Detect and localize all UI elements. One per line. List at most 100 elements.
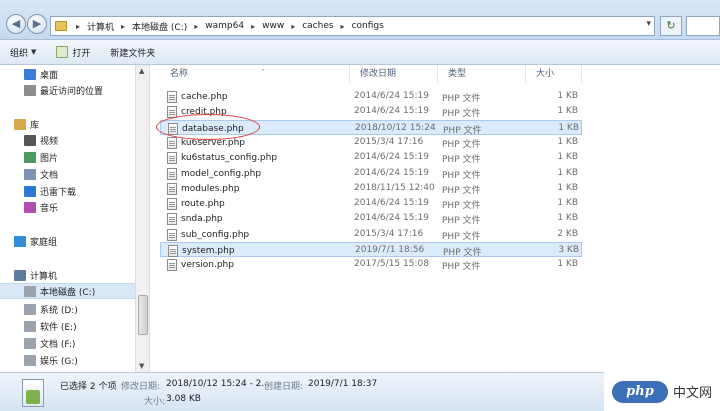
file-size: 1 KB — [557, 259, 578, 270]
search-input[interactable] — [686, 16, 720, 36]
back-arrow-icon: ◀ — [11, 17, 21, 30]
file-modified: 2014/6/24 15:19 — [354, 91, 429, 101]
file-row[interactable]: model_config.php 2014/6/24 15:19 PHP 文件 1 K… — [160, 166, 582, 181]
file-size: 1 KB — [557, 152, 578, 163]
file-preview-icon — [22, 379, 44, 407]
sidebar-scrollbar[interactable]: ▲ ▼ — [135, 65, 150, 372]
video-icon — [24, 134, 36, 146]
column-header-modified[interactable]: 修改日期 — [350, 65, 438, 83]
file-row[interactable]: sub_config.php 2015/3/4 17:16 PHP 文件 2 KB — [160, 227, 582, 242]
file-row[interactable]: route.php 2014/6/24 15:19 PHP 文件 1 KB — [160, 196, 582, 211]
address-bar[interactable]: ▸ 计算机 ▸ 本地磁盘 (C:) ▸ wamp64 ▸ www ▸ caches ▸ configs… — [50, 16, 655, 36]
refresh-icon: ↻ — [666, 19, 676, 32]
computer-icon — [14, 269, 26, 281]
column-header-size[interactable]: 大小 — [526, 65, 582, 83]
sidebar-item-label: 最近访问的位置 — [40, 86, 104, 97]
breadcrumb-item[interactable]: 本地磁盘 (C:) — [132, 20, 187, 33]
new-folder-button[interactable]: 新建文件夹 — [100, 40, 165, 64]
column-header-name[interactable]: 名称 ⌃ — [160, 65, 350, 83]
file-size: 2 KB — [557, 228, 578, 239]
file-type: PHP 文件 — [442, 262, 481, 273]
file-row[interactable]: system.php 2019/7/1 18:56 PHP 文件 3 KB — [160, 242, 582, 258]
forward-button[interactable]: ▶ — [27, 14, 47, 34]
size-value: 3.08 KB — [166, 394, 201, 404]
file-row[interactable]: modules.php 2018/11/15 12:40 PHP 文件 1 KB — [160, 181, 582, 196]
file-row[interactable]: version.php 2017/5/15 15:08 PHP 文件 1 KB — [160, 257, 582, 272]
file-row[interactable]: ku6status_config.php 2014/6/24 15:19 PHP 文… — [160, 150, 582, 165]
breadcrumb-item[interactable]: wamp64 — [205, 21, 244, 31]
sidebar-item[interactable]: 桌面 — [0, 66, 135, 82]
breadcrumb: ▸ 计算机 ▸ 本地磁盘 (C:) ▸ wamp64 ▸ www ▸ caches ▸ configs — [69, 20, 384, 33]
back-button[interactable]: ◀ — [6, 14, 26, 34]
picture-icon — [24, 151, 36, 163]
sidebar-item[interactable]: 迅雷下载 — [0, 183, 135, 199]
file-list: 名称 ⌃ 修改日期 类型 大小 cache.php 2014/6/24 15:19… — [150, 65, 720, 372]
open-icon — [56, 46, 69, 58]
library-icon — [14, 118, 26, 130]
php-logo: php — [611, 380, 668, 403]
file-name-cell: snda.php — [167, 213, 223, 226]
sidebar-item[interactable]: 视频 — [0, 132, 135, 148]
organize-label: 组织 — [10, 48, 29, 59]
size-label: 大小: — [144, 397, 166, 407]
file-name: sub_config.php — [181, 229, 250, 240]
breadcrumb-item[interactable]: 计算机 — [87, 20, 114, 33]
scrollbar-thumb[interactable] — [138, 295, 148, 335]
file-type: PHP 文件 — [442, 109, 481, 120]
sidebar-item-label: 库 — [30, 120, 40, 131]
file-type: PHP 文件 — [442, 216, 481, 227]
refresh-button[interactable]: ↻ — [660, 16, 682, 36]
file-name: model_config.php — [181, 168, 262, 179]
sidebar-item[interactable]: 文档 — [0, 166, 135, 182]
sidebar-item[interactable]: 娱乐 (G:) — [0, 352, 135, 368]
breadcrumb-item[interactable]: configs — [352, 21, 384, 31]
organize-button[interactable]: 组织 ▼ — [0, 40, 46, 64]
breadcrumb-separator-icon[interactable]: ▸ — [251, 22, 255, 31]
chevron-down-icon[interactable]: ▾ — [646, 19, 651, 29]
file-name-cell: route.php — [167, 198, 225, 211]
column-header-modified-label: 修改日期 — [360, 69, 397, 79]
file-size: 1 KB — [558, 122, 579, 133]
breadcrumb-separator-icon[interactable]: ▸ — [291, 22, 295, 31]
file-name: version.php — [181, 260, 234, 271]
file-size: 1 KB — [557, 91, 578, 101]
scroll-down-icon[interactable]: ▼ — [139, 362, 144, 370]
breadcrumb-separator-icon[interactable]: ▸ — [121, 22, 125, 31]
open-button[interactable]: 打开 — [46, 40, 100, 64]
breadcrumb-item[interactable]: caches — [302, 21, 333, 31]
annotation-highlight-circle — [156, 114, 260, 140]
sidebar-item[interactable]: 图片 — [0, 149, 135, 165]
sidebar-item-label: 文档 — [40, 170, 59, 181]
sidebar-item[interactable]: 软件 (E:) — [0, 318, 135, 334]
breadcrumb-item[interactable]: www — [262, 21, 284, 31]
file-size: 1 KB — [557, 167, 578, 178]
sidebar-item[interactable]: 计算机 — [0, 267, 135, 283]
column-header-type[interactable]: 类型 — [438, 65, 526, 83]
breadcrumb-separator-icon[interactable]: ▸ — [194, 22, 198, 31]
sidebar-item[interactable]: 文档 (F:) — [0, 335, 135, 351]
file-modified: 2015/3/4 17:16 — [354, 228, 424, 239]
sidebar-item[interactable]: 音乐 — [0, 199, 135, 215]
sidebar-item[interactable]: 库 — [0, 116, 135, 132]
php-file-icon — [167, 198, 177, 211]
file-row[interactable]: snda.php 2014/6/24 15:19 PHP 文件 1 KB — [160, 211, 582, 226]
modified-value: 2018/10/12 15:24 - 2... — [166, 379, 270, 389]
sidebar-item[interactable]: 家庭组 — [0, 233, 135, 249]
sidebar-item[interactable]: 最近访问的位置 — [0, 82, 135, 98]
sidebar-item-label: 计算机 — [30, 271, 58, 282]
file-row[interactable]: cache.php 2014/6/24 15:19 PHP 文件 1 KB — [160, 89, 582, 104]
sidebar-item-label: 视频 — [40, 136, 59, 147]
scroll-up-icon[interactable]: ▲ — [139, 67, 144, 75]
sidebar-item[interactable]: 本地磁盘 (C:) — [0, 283, 135, 299]
file-size: 1 KB — [557, 213, 578, 224]
php-file-icon — [167, 259, 177, 272]
file-type: PHP 文件 — [442, 231, 481, 242]
download-icon — [24, 185, 36, 197]
file-name: route.php — [181, 199, 225, 210]
breadcrumb-separator-icon[interactable]: ▸ — [76, 22, 80, 31]
homegroup-icon — [14, 235, 26, 247]
file-name: cache.php — [181, 92, 228, 102]
sidebar-item[interactable]: 系统 (D:) — [0, 301, 135, 317]
breadcrumb-separator-icon[interactable]: ▸ — [341, 22, 345, 31]
sort-ascending-icon: ⌃ — [260, 68, 266, 76]
